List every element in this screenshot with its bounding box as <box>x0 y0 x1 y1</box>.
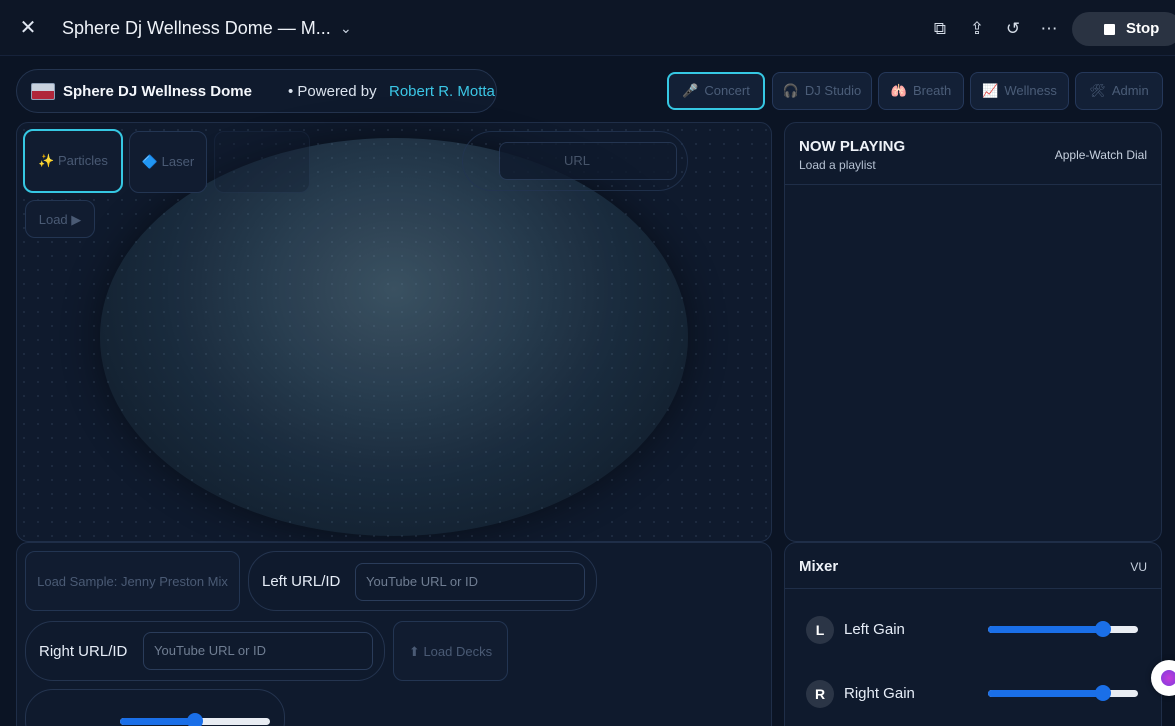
tab-dj-studio[interactable]: 🎧 DJ Studio <box>772 72 872 110</box>
load-label: Load ▶ <box>38 212 82 227</box>
close-icon[interactable]: ✕ <box>18 18 38 38</box>
slider-thumb[interactable] <box>1095 685 1111 701</box>
right-url-label: Right URL/ID <box>39 643 128 660</box>
load-sample-button[interactable]: Load Sample: Jenny Preston Mix <box>25 551 240 611</box>
tab-label: Concert <box>704 83 750 98</box>
upload-icon: ⬆ <box>408 644 420 659</box>
headphones-icon: 🎧 <box>782 83 799 98</box>
dome-visual[interactable] <box>100 138 688 536</box>
left-url-group: Left URL/ID YouTube URL or ID <box>248 551 597 611</box>
microphone-icon: 🎤 <box>682 83 699 98</box>
left-gain-slider[interactable] <box>988 621 1138 637</box>
left-channel-badge: L <box>806 616 834 644</box>
more-icon[interactable]: ⋯ <box>1038 18 1060 40</box>
mode-button[interactable] <box>214 131 310 193</box>
brand-pill: Sphere DJ Wellness Dome • Powered by Rob… <box>16 69 497 113</box>
now-playing-subtitle: Load a playlist <box>799 158 876 172</box>
lungs-icon: 🫁 <box>890 83 907 98</box>
right-url-group: Right URL/ID YouTube URL or ID <box>25 621 385 681</box>
tab-concert[interactable]: 🎤 Concert <box>667 72 765 110</box>
particles-label: Particles <box>57 153 108 168</box>
now-playing-panel <box>784 122 1162 542</box>
tab-label: Wellness <box>1004 83 1057 98</box>
copy-icon[interactable]: ⧉ <box>929 18 951 40</box>
history-icon[interactable]: ↺ <box>1002 18 1024 40</box>
load-decks-button[interactable]: ⬆ Load Decks <box>393 621 508 681</box>
load-sample-label: Load Sample: Jenny Preston Mix <box>37 574 228 589</box>
tab-breath[interactable]: 🫁 Breath <box>878 72 964 110</box>
powered-by-text: • Powered by <box>288 83 377 100</box>
now-playing-header: NOW PLAYING Load a playlist Apple-Watch … <box>785 123 1161 185</box>
chevron-down-icon[interactable]: ⌄ <box>340 18 356 38</box>
right-gain-slider[interactable] <box>988 685 1138 701</box>
load-button[interactable]: Load ▶ <box>25 200 95 238</box>
brand-name: Sphere DJ Wellness Dome <box>63 83 252 100</box>
slider-thumb[interactable] <box>187 713 203 726</box>
right-channel-badge: R <box>806 680 834 708</box>
window-title: Sphere Dj Wellness Dome — M... <box>62 18 331 38</box>
tab-admin[interactable]: 🛠 Admin <box>1075 72 1163 110</box>
flag-icon <box>31 83 55 100</box>
right-url-input[interactable]: YouTube URL or ID <box>143 632 373 670</box>
diamond-icon: 🔷 <box>141 154 159 169</box>
author-link[interactable]: Robert R. Motta <box>389 83 495 100</box>
crossfader-slider[interactable] <box>120 713 270 726</box>
crossfader-group <box>25 689 285 726</box>
tab-label: DJ Studio <box>804 83 862 98</box>
sparkles-icon: ✨ <box>38 153 55 168</box>
stop-icon <box>1104 24 1115 35</box>
now-playing-title: NOW PLAYING <box>799 138 906 155</box>
laser-button[interactable]: 🔷 Laser <box>129 131 207 193</box>
url-placeholder: URL <box>564 153 591 168</box>
chart-icon: 📈 <box>982 83 999 98</box>
left-url-label: Left URL/ID <box>262 573 341 590</box>
mixer-title: Mixer <box>799 558 839 575</box>
tab-wellness[interactable]: 📈 Wellness <box>970 72 1069 110</box>
left-url-placeholder: YouTube URL or ID <box>366 574 479 589</box>
left-url-input[interactable]: YouTube URL or ID <box>355 563 585 601</box>
load-decks-label: Load Decks <box>423 644 493 659</box>
right-gain-label: Right Gain <box>844 685 915 702</box>
stop-button[interactable]: Stop <box>1072 12 1175 46</box>
right-url-placeholder: YouTube URL or ID <box>154 643 267 658</box>
url-group: URL <box>462 131 688 191</box>
stop-label: Stop <box>1126 20 1160 37</box>
tools-icon: 🛠 <box>1089 83 1106 98</box>
laser-label: Laser <box>161 154 195 169</box>
share-icon[interactable]: ⇪ <box>966 18 988 40</box>
slider-thumb[interactable] <box>1095 621 1111 637</box>
visual-url-input[interactable]: URL <box>499 142 677 180</box>
vu-label[interactable]: VU <box>1130 560 1147 574</box>
tab-label: Admin <box>1111 83 1149 98</box>
left-gain-label: Left Gain <box>844 621 905 638</box>
window-titlebar: ✕ Sphere Dj Wellness Dome — M... ⌄ ⧉ ⇪ ↺… <box>0 0 1175 56</box>
apple-watch-dial-link[interactable]: Apple-Watch Dial <box>1055 148 1147 162</box>
particles-button[interactable]: ✨ Particles <box>23 129 123 193</box>
tab-label: Breath <box>912 83 952 98</box>
mixer-header: Mixer VU <box>785 543 1161 589</box>
